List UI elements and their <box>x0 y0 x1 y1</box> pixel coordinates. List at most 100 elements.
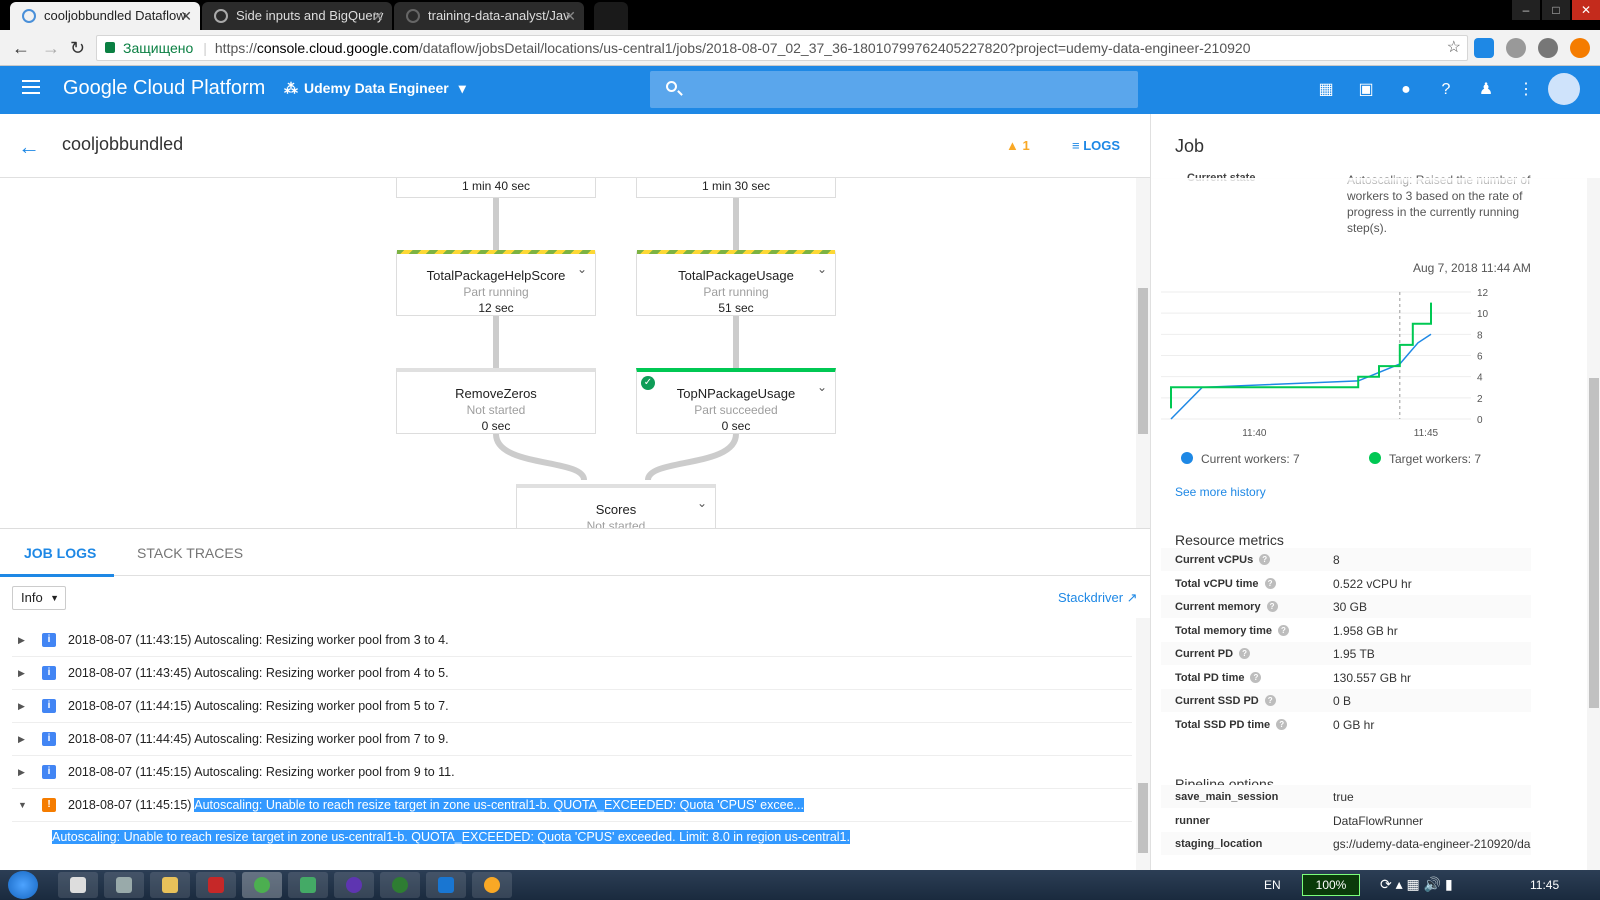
chevron-down-icon[interactable]: ⌄ <box>697 496 707 510</box>
chrome-icon <box>484 877 500 893</box>
expand-icon[interactable]: ▶ <box>18 690 25 723</box>
metric-label: Total SSD PD time? <box>1175 718 1288 731</box>
expand-icon[interactable]: ▶ <box>18 723 25 756</box>
y-tick-label: 10 <box>1477 309 1489 320</box>
panel-scrollbar[interactable] <box>1587 178 1600 870</box>
expand-icon[interactable]: ▶ <box>18 756 25 789</box>
metric-label: Total vCPU time? <box>1175 577 1276 590</box>
option-label: runner <box>1175 814 1210 827</box>
language-indicator[interactable]: EN <box>1264 878 1281 892</box>
state-line: progress in the currently running <box>1347 205 1520 219</box>
log-row-expanded[interactable]: ▼ ! 2018-08-07 (11:45:15) Autoscaling: U… <box>12 789 1132 822</box>
graph-node-scores[interactable]: Scores Not started ⌄ <box>516 484 716 528</box>
more-icon[interactable]: ⋮ <box>1516 80 1536 100</box>
log-level-select[interactable]: Info ▼ <box>12 586 66 610</box>
legend-target: Target workers: 7 <box>1389 452 1482 466</box>
graph-scrollbar[interactable] <box>1136 178 1150 528</box>
taskbar-app[interactable] <box>426 872 466 898</box>
taskbar: EN 100% ⟳ ▴ ▦ 🔊 ▮ 11:45 <box>0 870 1600 900</box>
scroll-thumb[interactable] <box>1138 288 1148 434</box>
log-detail: Autoscaling: Unable to reach resize targ… <box>52 830 850 844</box>
help-icon[interactable]: ? <box>1264 577 1276 589</box>
taskbar-app[interactable] <box>472 872 512 898</box>
close-tab-icon[interactable]: ✕ <box>372 2 384 30</box>
project-name: Udemy Data Engineer <box>304 80 449 96</box>
back-icon[interactable]: ← <box>12 38 30 59</box>
collapse-icon[interactable]: ▼ <box>18 789 27 822</box>
battery-indicator[interactable]: 100% <box>1302 874 1360 896</box>
log-row[interactable]: ▶ i 2018-08-07 (11:44:15) Autoscaling: R… <box>12 690 1132 723</box>
extension-icon[interactable] <box>1506 38 1526 58</box>
scroll-thumb[interactable] <box>1589 378 1599 708</box>
back-arrow-icon[interactable]: ← <box>18 134 40 160</box>
search-input[interactable] <box>650 71 1138 108</box>
avatar[interactable] <box>1548 73 1580 105</box>
help-icon[interactable]: ? <box>1239 648 1251 659</box>
option-label: staging_location <box>1175 838 1263 850</box>
log-message: Autoscaling: Resizing worker pool from 3… <box>194 633 449 647</box>
taskbar-app-chrome[interactable] <box>242 872 282 898</box>
taskbar-app[interactable] <box>104 872 144 898</box>
tab-job-logs[interactable]: JOB LOGS <box>24 545 96 561</box>
taskbar-app[interactable] <box>334 872 374 898</box>
warnings-button[interactable]: ▲ 1 <box>1006 138 1030 153</box>
clock[interactable]: 11:45 <box>1530 878 1559 892</box>
taskbar-app[interactable] <box>150 872 190 898</box>
log-row[interactable]: ▶ i 2018-08-07 (11:43:15) Autoscaling: R… <box>12 624 1132 657</box>
taskbar-app[interactable] <box>58 872 98 898</box>
metric-value: 1.95 TB <box>1333 647 1375 661</box>
expand-icon[interactable]: ▶ <box>18 657 25 690</box>
legend-current: Current workers: 7 <box>1201 452 1300 466</box>
close-tab-icon[interactable]: ✕ <box>564 2 576 30</box>
bookmark-star-icon[interactable]: ☆ <box>1447 36 1461 60</box>
github-favicon-icon <box>406 9 420 23</box>
expand-icon[interactable]: ▶ <box>18 624 25 657</box>
help-icon[interactable]: ? <box>1264 695 1276 706</box>
notifications-icon[interactable]: ♟ <box>1476 80 1496 100</box>
help-icon[interactable]: ? <box>1250 671 1262 683</box>
taskbar-app[interactable] <box>288 872 328 898</box>
scroll-thumb[interactable] <box>1138 783 1148 853</box>
help-icon[interactable]: ? <box>1259 554 1271 565</box>
start-button[interactable] <box>8 871 38 899</box>
minimize-button[interactable]: – <box>1512 0 1540 20</box>
url-input[interactable]: Защищено | https://console.cloud.google.co… <box>96 35 1468 61</box>
close-tab-icon[interactable]: ✕ <box>180 2 192 30</box>
help-icon[interactable]: ? <box>1278 624 1289 636</box>
help-icon[interactable]: ? <box>1436 80 1456 100</box>
browser-tab-github[interactable]: training-data-analyst/Jav ✕ <box>394 2 584 30</box>
warning-count: 1 <box>1022 138 1030 153</box>
metric-value: 0 B <box>1333 694 1352 708</box>
log-row[interactable]: ▶ i 2018-08-07 (11:45:15) Autoscaling: R… <box>12 756 1132 789</box>
taskbar-app[interactable] <box>196 872 236 898</box>
log-scrollbar[interactable] <box>1136 618 1150 870</box>
tray-icons[interactable]: ⟳ ▴ ▦ 🔊 ▮ <box>1380 876 1453 893</box>
cloud-shell-icon[interactable]: ▣ <box>1356 80 1376 100</box>
taskbar-app[interactable] <box>380 872 420 898</box>
feedback-icon[interactable]: ● <box>1396 80 1416 100</box>
extension-icon[interactable] <box>1474 38 1494 58</box>
extension-icon[interactable] <box>1538 38 1558 58</box>
help-icon[interactable]: ? <box>1266 601 1278 612</box>
metric-row: Current vCPUs? 8 <box>1161 548 1531 571</box>
browser-tab-dataflow[interactable]: cooljobbundled Dataflow ✕ <box>10 2 200 30</box>
stackdriver-link[interactable]: Stackdriver ↗ <box>1058 590 1138 606</box>
close-window-button[interactable]: ✕ <box>1572 0 1600 20</box>
project-selector[interactable]: ⁂ Udemy Data Engineer ▾ <box>284 80 466 97</box>
reload-icon[interactable]: ↻ <box>70 38 85 59</box>
new-tab-button[interactable] <box>594 2 628 30</box>
menu-icon[interactable] <box>22 80 40 94</box>
see-more-history-link[interactable]: See more history <box>1175 485 1266 499</box>
browser-tab-side-inputs[interactable]: Side inputs and BigQuery ✕ <box>202 2 392 30</box>
product-title[interactable]: Google Cloud Platform <box>63 77 265 100</box>
y-tick-label: 4 <box>1477 373 1483 384</box>
logs-button[interactable]: ≡ LOGS <box>1072 138 1120 153</box>
extension-icon[interactable] <box>1570 38 1590 58</box>
help-icon[interactable]: ? <box>1276 718 1288 730</box>
maximize-button[interactable]: □ <box>1542 0 1570 20</box>
tab-stack-traces[interactable]: STACK TRACES <box>137 545 243 561</box>
gift-icon[interactable]: ▦ <box>1316 80 1336 100</box>
log-row[interactable]: ▶ i 2018-08-07 (11:44:45) Autoscaling: R… <box>12 723 1132 756</box>
log-row[interactable]: ▶ i 2018-08-07 (11:43:45) Autoscaling: R… <box>12 657 1132 690</box>
forward-icon[interactable]: → <box>42 38 60 59</box>
